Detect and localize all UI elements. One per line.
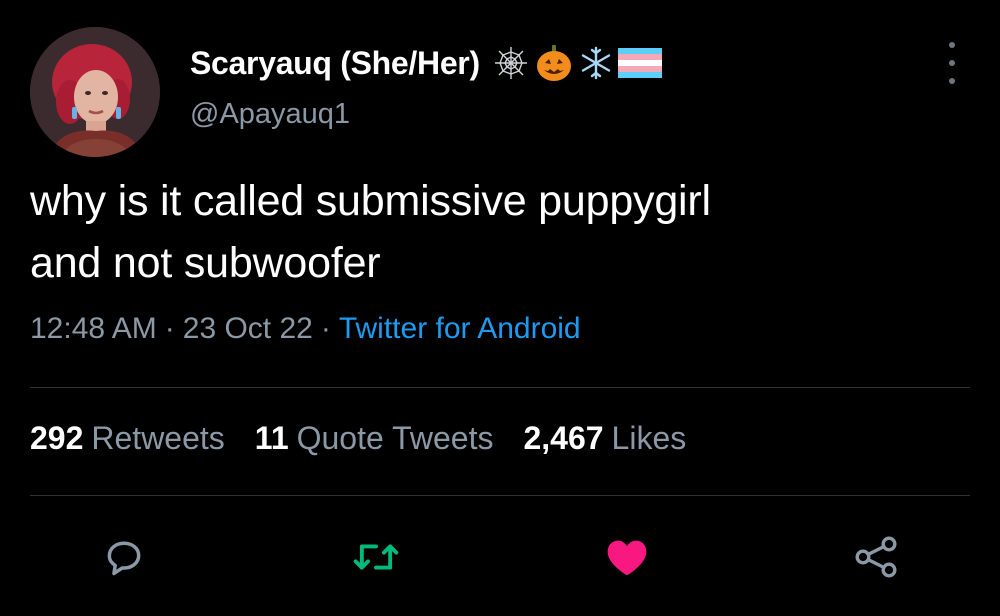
likes-stat[interactable]: 2,467 Likes — [523, 420, 686, 457]
share-button[interactable] — [851, 533, 901, 581]
quote-tweets-label: Quote Tweets — [296, 420, 494, 456]
avatar-image — [30, 27, 160, 157]
more-dot — [949, 42, 955, 48]
jack-o-lantern-icon — [536, 45, 571, 81]
tweet-text: why is it called submissive puppygirl an… — [30, 170, 970, 294]
retweet-button[interactable] — [351, 533, 401, 581]
divider — [30, 495, 970, 496]
quote-tweets-stat[interactable]: 11 Quote Tweets — [255, 420, 494, 457]
spider-web-icon — [494, 47, 527, 79]
reply-icon — [107, 541, 141, 576]
display-name-row: Scaryauq (She/Her) — [190, 40, 662, 86]
tweet-meta: 12:48 AM · 23 Oct 22 · Twitter for Android — [30, 312, 581, 346]
name-emoji-group — [492, 43, 662, 83]
retweet-icon — [353, 544, 399, 570]
user-handle[interactable]: @Apayauq1 — [190, 98, 350, 131]
like-button[interactable] — [602, 533, 652, 581]
reply-button[interactable] — [99, 533, 149, 581]
divider — [30, 387, 970, 388]
retweets-label: Retweets — [91, 420, 225, 456]
likes-label: Likes — [611, 420, 687, 456]
display-name[interactable]: Scaryauq (She/Her) — [190, 45, 480, 82]
retweets-stat[interactable]: 292 Retweets — [30, 420, 225, 457]
retweets-count: 292 — [30, 420, 84, 456]
more-dot — [949, 60, 955, 66]
tweet-text-line: and not subwoofer — [30, 239, 381, 287]
avatar[interactable] — [30, 27, 160, 157]
more-options-icon[interactable] — [940, 42, 964, 84]
likes-count: 2,467 — [523, 420, 604, 456]
engagement-stats: 292 Retweets 11 Quote Tweets 2,467 Likes — [30, 420, 686, 457]
like-icon — [607, 540, 647, 576]
tweet-time[interactable]: 12:48 AM — [30, 312, 157, 345]
transgender-flag-icon — [617, 48, 662, 78]
snowflake-icon — [581, 46, 611, 80]
tweet-source[interactable]: Twitter for Android — [339, 312, 581, 345]
meta-separator: · — [164, 312, 175, 345]
quote-tweets-count: 11 — [254, 420, 289, 456]
tweet-text-line: why is it called submissive puppygirl — [30, 177, 711, 225]
more-dot — [949, 78, 955, 84]
meta-separator: · — [320, 312, 331, 345]
share-icon — [855, 536, 897, 578]
tweet-date[interactable]: 23 Oct 22 — [183, 312, 313, 345]
tweet-card: Scaryauq (She/Her) @Apayauq1 why is it c… — [0, 0, 1000, 616]
